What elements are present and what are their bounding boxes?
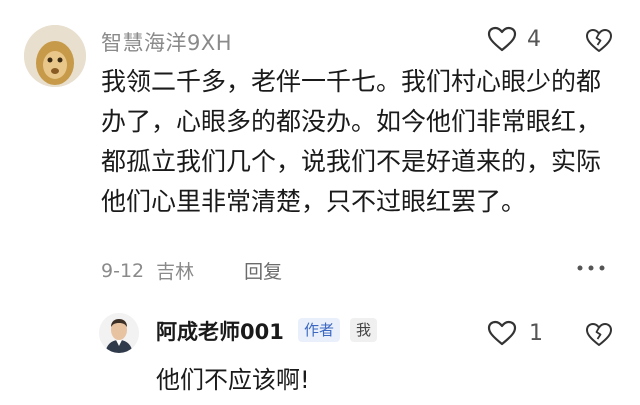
reply-like-count: 1 [529,320,543,346]
author-badge: 作者 [298,318,341,342]
broken-heart-icon [586,323,612,346]
me-badge: 我 [350,318,378,342]
reply-username[interactable]: 阿成老师001 [156,316,284,346]
comment-meta: 9-12 吉林 回复 [101,257,282,284]
broken-heart-icon [586,29,612,52]
reply-text: 他们不应该啊! [156,366,310,394]
like-count: 4 [527,26,541,52]
reply-avatar[interactable] [99,313,139,353]
heart-outline-icon [487,320,517,346]
like-button[interactable]: 4 [487,26,541,52]
more-options-button[interactable] [575,258,607,282]
commenter-username[interactable]: 智慧海洋9XH [101,27,232,57]
heart-outline-icon [487,26,517,52]
comment-location: 吉林 [156,261,195,283]
comment-text: 我领二千多，老伴一千七。我们村心眼少的都办了，心眼多的都没办。如今他们非常眼红，… [101,67,602,216]
reply-like-button[interactable]: 1 [487,320,543,346]
more-dots-icon [577,265,605,271]
dislike-button[interactable] [585,28,613,57]
person-avatar-icon [99,313,139,353]
comment-date: 9-12 [101,259,145,282]
monkey-avatar-icon [24,25,86,87]
reply-button[interactable]: 回复 [244,257,282,284]
reply-dislike-button[interactable] [585,322,613,351]
commenter-avatar[interactable] [24,25,86,87]
